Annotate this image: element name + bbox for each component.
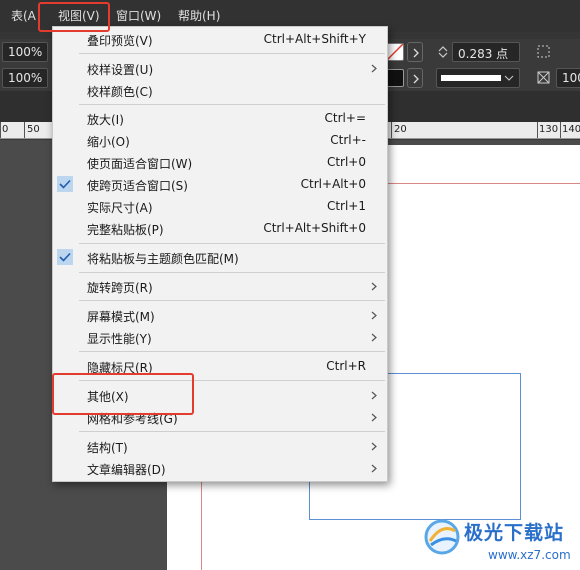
grid-icon[interactable] bbox=[536, 70, 552, 86]
menu-item-fit-page[interactable]: 使页面适合窗口(W) Ctrl+0 bbox=[53, 151, 387, 173]
zoom-field-1[interactable]: 100% bbox=[2, 42, 48, 62]
checkmark-icon bbox=[57, 176, 73, 192]
submenu-arrow-icon bbox=[371, 333, 377, 342]
menu-item-fit-spread[interactable]: 使跨页适合窗口(S) Ctrl+Alt+0 bbox=[53, 173, 387, 195]
submenu-arrow-icon bbox=[371, 442, 377, 451]
stroke-weight-field[interactable]: 0.283 点 bbox=[452, 42, 520, 62]
menu-item-structure[interactable]: 结构(T) bbox=[53, 435, 387, 457]
submenu-arrow-icon bbox=[371, 311, 377, 320]
zoom-field-2[interactable]: 100% bbox=[2, 68, 48, 88]
right-value-field[interactable]: 100 bbox=[556, 68, 580, 88]
ruler-tick: 50 bbox=[27, 124, 40, 135]
next-arrow-button[interactable] bbox=[407, 42, 423, 62]
stepper-icon[interactable] bbox=[436, 45, 450, 59]
stroke-line-preview bbox=[441, 75, 514, 81]
menu-item-actual-size[interactable]: 实际尺寸(A) Ctrl+1 bbox=[53, 195, 387, 217]
menu-item-rotate-spread[interactable]: 旋转跨页(R) bbox=[53, 275, 387, 297]
submenu-arrow-icon bbox=[371, 282, 377, 291]
ruler-tick: 0 bbox=[2, 124, 9, 135]
menu-item-story-editor[interactable]: 文章编辑器(D) bbox=[53, 457, 387, 479]
watermark: 极光下载站 www.xz7.com bbox=[420, 515, 580, 570]
chevron-right-icon bbox=[413, 48, 419, 58]
menu-item-match-pasteboard[interactable]: 将粘贴板与主题颜色匹配(M) bbox=[53, 246, 387, 268]
menu-item-screen-mode[interactable]: 屏幕模式(M) bbox=[53, 304, 387, 326]
stroke-swatch[interactable] bbox=[386, 43, 404, 61]
watermark-url: www.xz7.com bbox=[488, 548, 571, 562]
menu-item-zoom-out[interactable]: 缩小(O) Ctrl+- bbox=[53, 129, 387, 151]
ruler-tick: 140 bbox=[562, 124, 580, 135]
ruler-tick: 20 bbox=[394, 124, 407, 135]
highlight-view-menu bbox=[38, 2, 110, 32]
menu-item-display-performance[interactable]: 显示性能(Y) bbox=[53, 326, 387, 348]
frame-select-icon[interactable] bbox=[536, 44, 552, 60]
submenu-arrow-icon bbox=[371, 413, 377, 422]
highlight-extras-item bbox=[52, 373, 194, 415]
logo-icon bbox=[424, 519, 460, 555]
menu-item-entire-pasteboard[interactable]: 完整粘贴板(P) Ctrl+Alt+Shift+0 bbox=[53, 217, 387, 239]
watermark-brand: 极光下载站 bbox=[464, 522, 565, 544]
corner-indicator[interactable] bbox=[556, 42, 580, 62]
menu-help[interactable]: 帮助(H) bbox=[178, 7, 220, 24]
ruler-tick: 130 bbox=[539, 124, 559, 135]
submenu-arrow-icon bbox=[371, 464, 377, 473]
menu-item-proof-colors[interactable]: 校样颜色(C) bbox=[53, 79, 387, 101]
menu-item-proof-setup[interactable]: 校样设置(U) bbox=[53, 57, 387, 79]
menu-window[interactable]: 窗口(W) bbox=[116, 7, 161, 24]
chevron-right-icon bbox=[413, 74, 419, 84]
next-arrow-button-2[interactable] bbox=[407, 68, 423, 88]
submenu-arrow-icon bbox=[371, 391, 377, 400]
fill-swatch[interactable] bbox=[386, 69, 404, 87]
submenu-arrow-icon bbox=[371, 64, 377, 73]
menu-table[interactable]: 表(A bbox=[11, 7, 36, 24]
none-swatch-icon bbox=[386, 43, 404, 61]
checkmark-icon bbox=[57, 249, 73, 265]
menu-item-zoom-in[interactable]: 放大(I) Ctrl+= bbox=[53, 107, 387, 129]
stroke-type-select[interactable] bbox=[436, 68, 520, 88]
